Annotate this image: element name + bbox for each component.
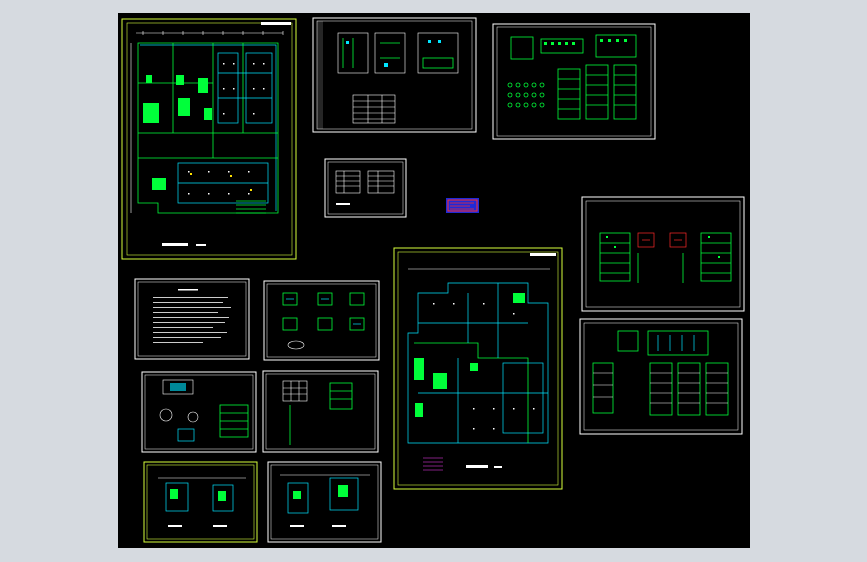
sheet-panel-schedule-1[interactable] <box>492 23 656 140</box>
sheet-floor-plan-1[interactable] <box>121 18 297 260</box>
sheet-system-diagram-1[interactable] <box>312 17 477 133</box>
sheet-title-underline <box>162 243 188 246</box>
sheet-detail-1[interactable] <box>263 280 380 361</box>
title-logo <box>446 198 479 213</box>
sheet-partial-plan-1[interactable] <box>143 461 258 543</box>
sheet-equipment-detail[interactable] <box>141 371 257 453</box>
model-space-canvas[interactable] <box>118 13 750 548</box>
sheet-design-notes[interactable] <box>134 278 250 360</box>
sheet-legend-table[interactable] <box>324 158 407 218</box>
title-strip <box>261 22 291 25</box>
sheet-partial-plan-2[interactable] <box>267 461 382 543</box>
sheet-floor-plan-2[interactable] <box>393 247 563 490</box>
title-strip-2 <box>530 253 556 256</box>
sheet-grid-detail[interactable] <box>262 370 379 453</box>
sheet-distribution-diagram-2[interactable] <box>579 318 743 435</box>
drawing-viewport[interactable] <box>118 13 750 548</box>
sheet-distribution-diagram-1[interactable] <box>581 196 745 312</box>
